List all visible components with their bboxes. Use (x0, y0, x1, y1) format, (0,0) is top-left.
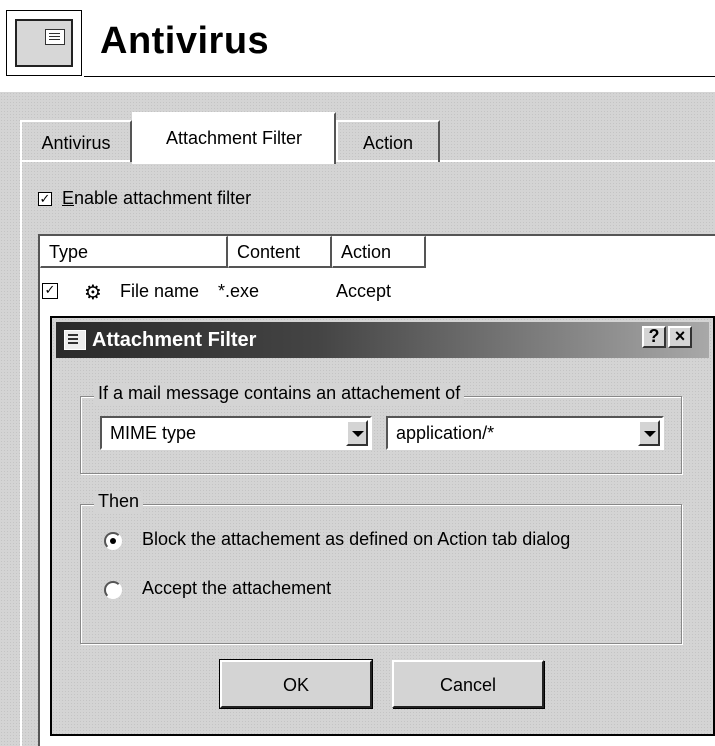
block-attachment-label[interactable]: Block the attachement as defined on Acti… (142, 529, 570, 550)
close-button[interactable]: × (668, 326, 692, 348)
condition-group-label: If a mail message contains an attachemen… (94, 383, 465, 404)
dialog-app-icon (64, 330, 86, 350)
then-groupbox (80, 504, 682, 644)
antivirus-settings-icon (6, 10, 82, 76)
row-content[interactable]: *.exe (218, 281, 259, 302)
enable-attachment-filter-label[interactable]: Enable attachment filter (62, 188, 251, 209)
ok-button[interactable]: OK (219, 659, 373, 709)
column-header-content[interactable]: Content (228, 236, 332, 268)
then-group-label: Then (94, 491, 144, 512)
block-attachment-radio[interactable] (104, 532, 122, 550)
chevron-down-icon[interactable] (346, 420, 368, 446)
accept-attachment-label[interactable]: Accept the attachement (142, 578, 331, 599)
help-button[interactable]: ? (642, 326, 666, 348)
column-header-action[interactable]: Action (332, 236, 426, 268)
header-divider (84, 76, 715, 77)
cancel-button[interactable]: Cancel (392, 660, 544, 708)
dialog-title: Attachment Filter (92, 329, 257, 351)
row-type[interactable]: File name (120, 281, 199, 302)
chevron-down-icon[interactable] (638, 420, 660, 446)
attachment-value-select[interactable]: application/* (386, 416, 664, 450)
attachment-type-select[interactable]: MIME type (100, 416, 372, 450)
tab-action[interactable]: Action (336, 120, 440, 162)
dialog-titlebar[interactable]: Attachment Filter (56, 322, 709, 358)
file-type-icon: ⚙ (84, 282, 102, 304)
enable-attachment-filter-checkbox[interactable]: ✓ (38, 192, 52, 206)
column-header-type[interactable]: Type (40, 236, 228, 268)
row-action[interactable]: Accept (336, 281, 391, 302)
tab-antivirus[interactable]: Antivirus (20, 120, 132, 162)
page-header: Antivirus (0, 0, 715, 90)
tab-attachment-filter[interactable]: Attachment Filter (132, 112, 336, 164)
page-title: Antivirus (100, 20, 270, 62)
accept-attachment-radio[interactable] (104, 581, 122, 599)
row-enabled-checkbox[interactable]: ✓ (42, 283, 58, 299)
